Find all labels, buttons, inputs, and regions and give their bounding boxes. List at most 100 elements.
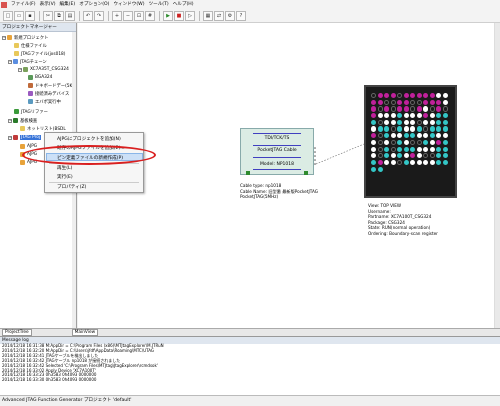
bga-ball[interactable] [384,133,390,139]
bga-ball[interactable] [371,99,377,105]
bga-ball[interactable] [423,119,429,125]
bga-ball[interactable] [377,133,383,139]
bga-ball[interactable] [429,153,435,159]
bga-ball[interactable] [423,153,429,159]
bga-ball[interactable] [403,153,409,159]
bga-ball[interactable] [436,93,442,99]
bga-ball[interactable] [390,93,396,99]
bga-ball[interactable] [442,126,448,132]
bga-ball[interactable] [371,166,377,172]
bga-ball[interactable] [416,133,422,139]
bga-ball[interactable] [377,99,383,105]
bga-ball[interactable] [429,119,435,125]
bga-ball[interactable] [403,106,409,112]
bga-ball[interactable] [410,133,416,139]
bga-ball[interactable] [390,139,396,145]
bga-ball[interactable] [429,93,435,99]
bga-ball[interactable] [377,146,383,152]
undo-icon[interactable]: ↶ [83,10,93,21]
tree-item[interactable]: BGA324 [28,74,52,81]
bga-ball[interactable] [423,99,429,105]
bga-ball[interactable] [442,106,448,112]
tree-item[interactable]: JTAGファイル(jxs018) [14,50,65,57]
bga-ball[interactable] [403,99,409,105]
bga-ball[interactable] [410,159,416,166]
bga-ball[interactable] [436,133,442,139]
bga-ball[interactable] [416,146,422,152]
bga-ball[interactable] [371,159,377,166]
run-icon[interactable]: ▶ [163,10,173,21]
bga-ball[interactable] [403,133,409,139]
collapse-icon[interactable]: − [8,59,12,64]
bga-ball[interactable] [423,106,429,112]
tree-item-selected[interactable]: − JTAG Proj [8,134,42,141]
tree-item[interactable]: ドキボードデー(5KN [28,82,76,89]
fit-icon[interactable]: ⊡ [134,10,144,21]
bga-ball[interactable] [384,99,390,105]
bga-ball[interactable] [429,159,435,166]
bga-ball[interactable] [436,106,442,112]
bga-ball[interactable] [423,159,429,166]
bga-ball[interactable] [371,126,377,132]
bga-ball[interactable] [403,146,409,152]
bga-ball[interactable] [442,139,448,145]
bga-ball[interactable] [436,99,442,105]
menu-window[interactable]: ウィンドウ(W) [111,1,146,9]
bga-ball[interactable] [384,159,390,166]
tree-item[interactable]: 接続済みデバイス [28,90,69,97]
bga-ball[interactable] [390,119,396,125]
tree-item[interactable]: − JTAGチェーン [8,58,47,65]
bga-ball[interactable] [429,113,435,119]
menu-file[interactable]: ファイル(F) [9,1,38,9]
tree-item[interactable]: エバポ実行中 [28,98,61,105]
bga-ball[interactable] [423,113,429,119]
bga-ball[interactable] [371,113,377,119]
bga-ball[interactable] [416,139,422,145]
bga-ball[interactable] [416,99,422,105]
bga-ball[interactable] [371,106,377,112]
bga-ball[interactable] [416,113,422,119]
bga-ball[interactable] [436,113,442,119]
bga-ball[interactable] [384,113,390,119]
bga-ball[interactable] [384,106,390,112]
bga-ball[interactable] [390,153,396,159]
bga-ball[interactable] [371,153,377,159]
bga-ball[interactable] [377,126,383,132]
bga-ball[interactable] [403,93,409,99]
bga-ball[interactable] [416,153,422,159]
bga-ball[interactable] [410,119,416,125]
bga-ball[interactable] [397,93,403,99]
help-icon[interactable]: ? [236,10,246,21]
bga-ball[interactable] [423,133,429,139]
copy-icon[interactable]: ⧉ [54,10,64,21]
bga-ball[interactable] [442,93,448,99]
open-icon[interactable]: ▭ [14,10,24,21]
tab-project-tree[interactable]: ProjectTree [2,329,32,336]
stop-icon[interactable]: ■ [174,10,184,21]
bga-ball[interactable] [390,133,396,139]
bga-ball[interactable] [442,119,448,125]
bga-ball[interactable] [397,126,403,132]
cut-icon[interactable]: ✂ [43,10,53,21]
bga-ball[interactable] [377,166,383,172]
jtag-cable-box[interactable]: TDI/TCK/TS PocketJTAG Cable Model: NP101… [240,128,314,175]
bga-ball[interactable] [442,133,448,139]
bga-ball[interactable] [416,126,422,132]
tree-item[interactable]: − 新規プロジェクト [2,34,48,41]
bga-ball[interactable] [410,93,416,99]
bga-ball[interactable] [371,139,377,145]
menu-item-properties[interactable]: プロパティ(Z) [57,184,86,190]
bga-ball[interactable] [442,99,448,105]
bga-ball[interactable] [410,113,416,119]
bga-ball[interactable] [384,93,390,99]
bga-ball[interactable] [429,99,435,105]
menu-tools[interactable]: ツール(T) [147,1,171,9]
bga-ball[interactable] [423,146,429,152]
menu-item-run[interactable]: 実行(E) [57,174,73,180]
bga-ball[interactable] [429,106,435,112]
menu-options[interactable]: オプション(O) [77,1,111,9]
settings-icon[interactable]: ⚙ [225,10,235,21]
bga-ball[interactable] [403,113,409,119]
bga-ball[interactable] [377,159,383,166]
bga-ball[interactable] [403,159,409,166]
